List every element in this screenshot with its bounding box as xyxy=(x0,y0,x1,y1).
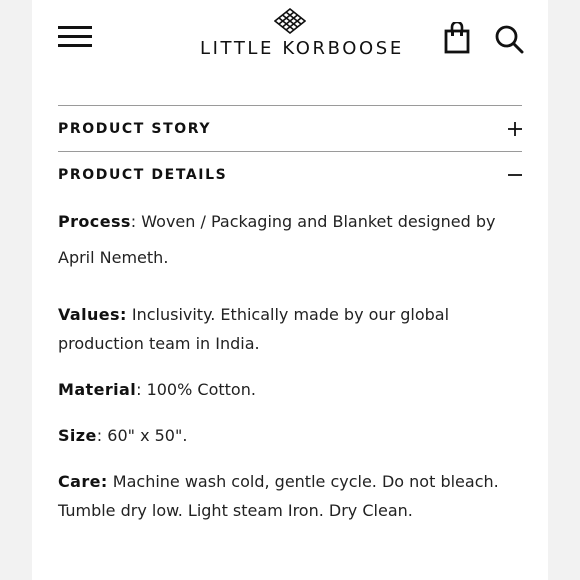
divider xyxy=(58,105,522,106)
divider xyxy=(58,151,522,152)
shopping-bag-icon[interactable] xyxy=(443,20,471,54)
hamburger-menu-icon[interactable] xyxy=(58,26,92,48)
diamond-grid-logo-icon xyxy=(274,8,306,34)
detail-value: Machine wash cold, gentle cycle. Do not … xyxy=(58,472,499,520)
detail-size: Size: 60" x 50". xyxy=(58,426,188,445)
plus-icon[interactable] xyxy=(508,122,522,136)
detail-label: Material xyxy=(58,380,137,399)
detail-care: Care: Machine wash cold, gentle cycle. D… xyxy=(58,467,522,525)
accordion-title: PRODUCT DETAILS xyxy=(58,167,228,183)
accordion-product-details[interactable]: PRODUCT DETAILS xyxy=(58,153,522,197)
detail-values: Values: Inclusivity. Ethically made by o… xyxy=(58,300,522,358)
detail-value: 100% Cotton. xyxy=(146,380,256,399)
product-details-content: Process: Woven / Packaging and Blanket d… xyxy=(58,204,522,525)
detail-value: 60" x 50". xyxy=(107,426,188,445)
detail-material: Material: 100% Cotton. xyxy=(58,380,256,399)
search-icon[interactable] xyxy=(494,24,524,54)
accordion-title: PRODUCT STORY xyxy=(58,121,212,137)
brand-name: LITTLE KORBOOSE xyxy=(200,38,404,59)
accordion-product-story[interactable]: PRODUCT STORY xyxy=(58,107,522,151)
detail-label: Size xyxy=(58,426,97,445)
detail-label: Process xyxy=(58,212,131,231)
detail-label: Care: xyxy=(58,472,108,491)
minus-icon[interactable] xyxy=(508,168,522,182)
detail-label: Values: xyxy=(58,305,127,324)
detail-process: Process: Woven / Packaging and Blanket d… xyxy=(58,212,496,267)
brand-logo[interactable]: LITTLE KORBOOSE xyxy=(200,8,404,60)
